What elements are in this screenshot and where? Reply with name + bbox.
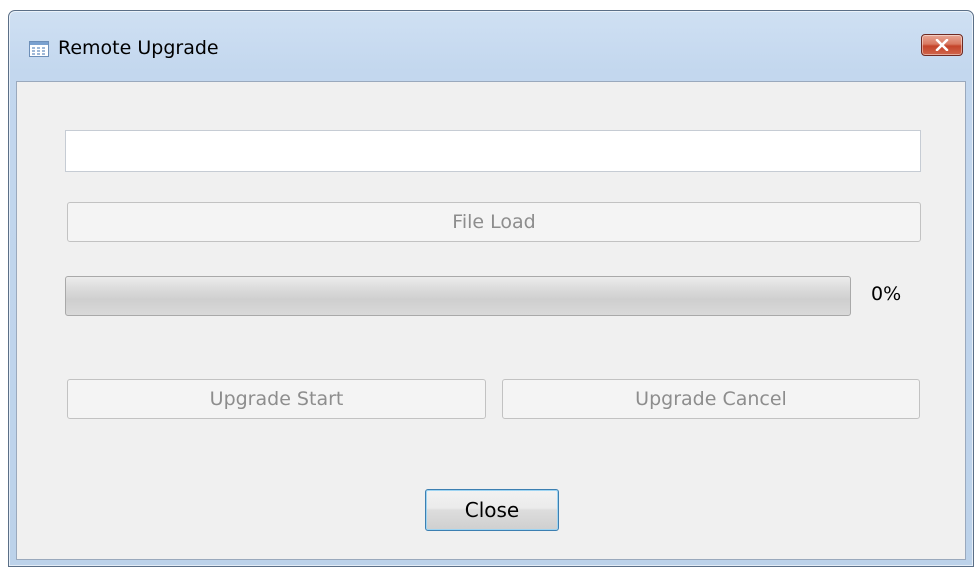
file-load-button[interactable]: File Load <box>67 202 921 242</box>
progress-percent-label: 0% <box>871 283 902 305</box>
close-button[interactable]: Close <box>425 489 559 531</box>
title-bar[interactable]: Remote Upgrade <box>9 11 973 81</box>
window-title: Remote Upgrade <box>58 37 219 59</box>
dialog-body: File Load 0% Upgrade Start Upgrade Cance… <box>16 81 966 560</box>
app-window-icon <box>29 41 49 57</box>
window-close-button[interactable] <box>921 34 963 56</box>
upgrade-start-button[interactable]: Upgrade Start <box>67 379 486 419</box>
file-path-input[interactable] <box>65 130 921 172</box>
close-icon <box>935 39 949 51</box>
upgrade-cancel-button[interactable]: Upgrade Cancel <box>502 379 920 419</box>
upgrade-progress-bar <box>65 276 851 316</box>
remote-upgrade-window: Remote Upgrade File Load 0% Upgrade Star… <box>8 10 974 567</box>
